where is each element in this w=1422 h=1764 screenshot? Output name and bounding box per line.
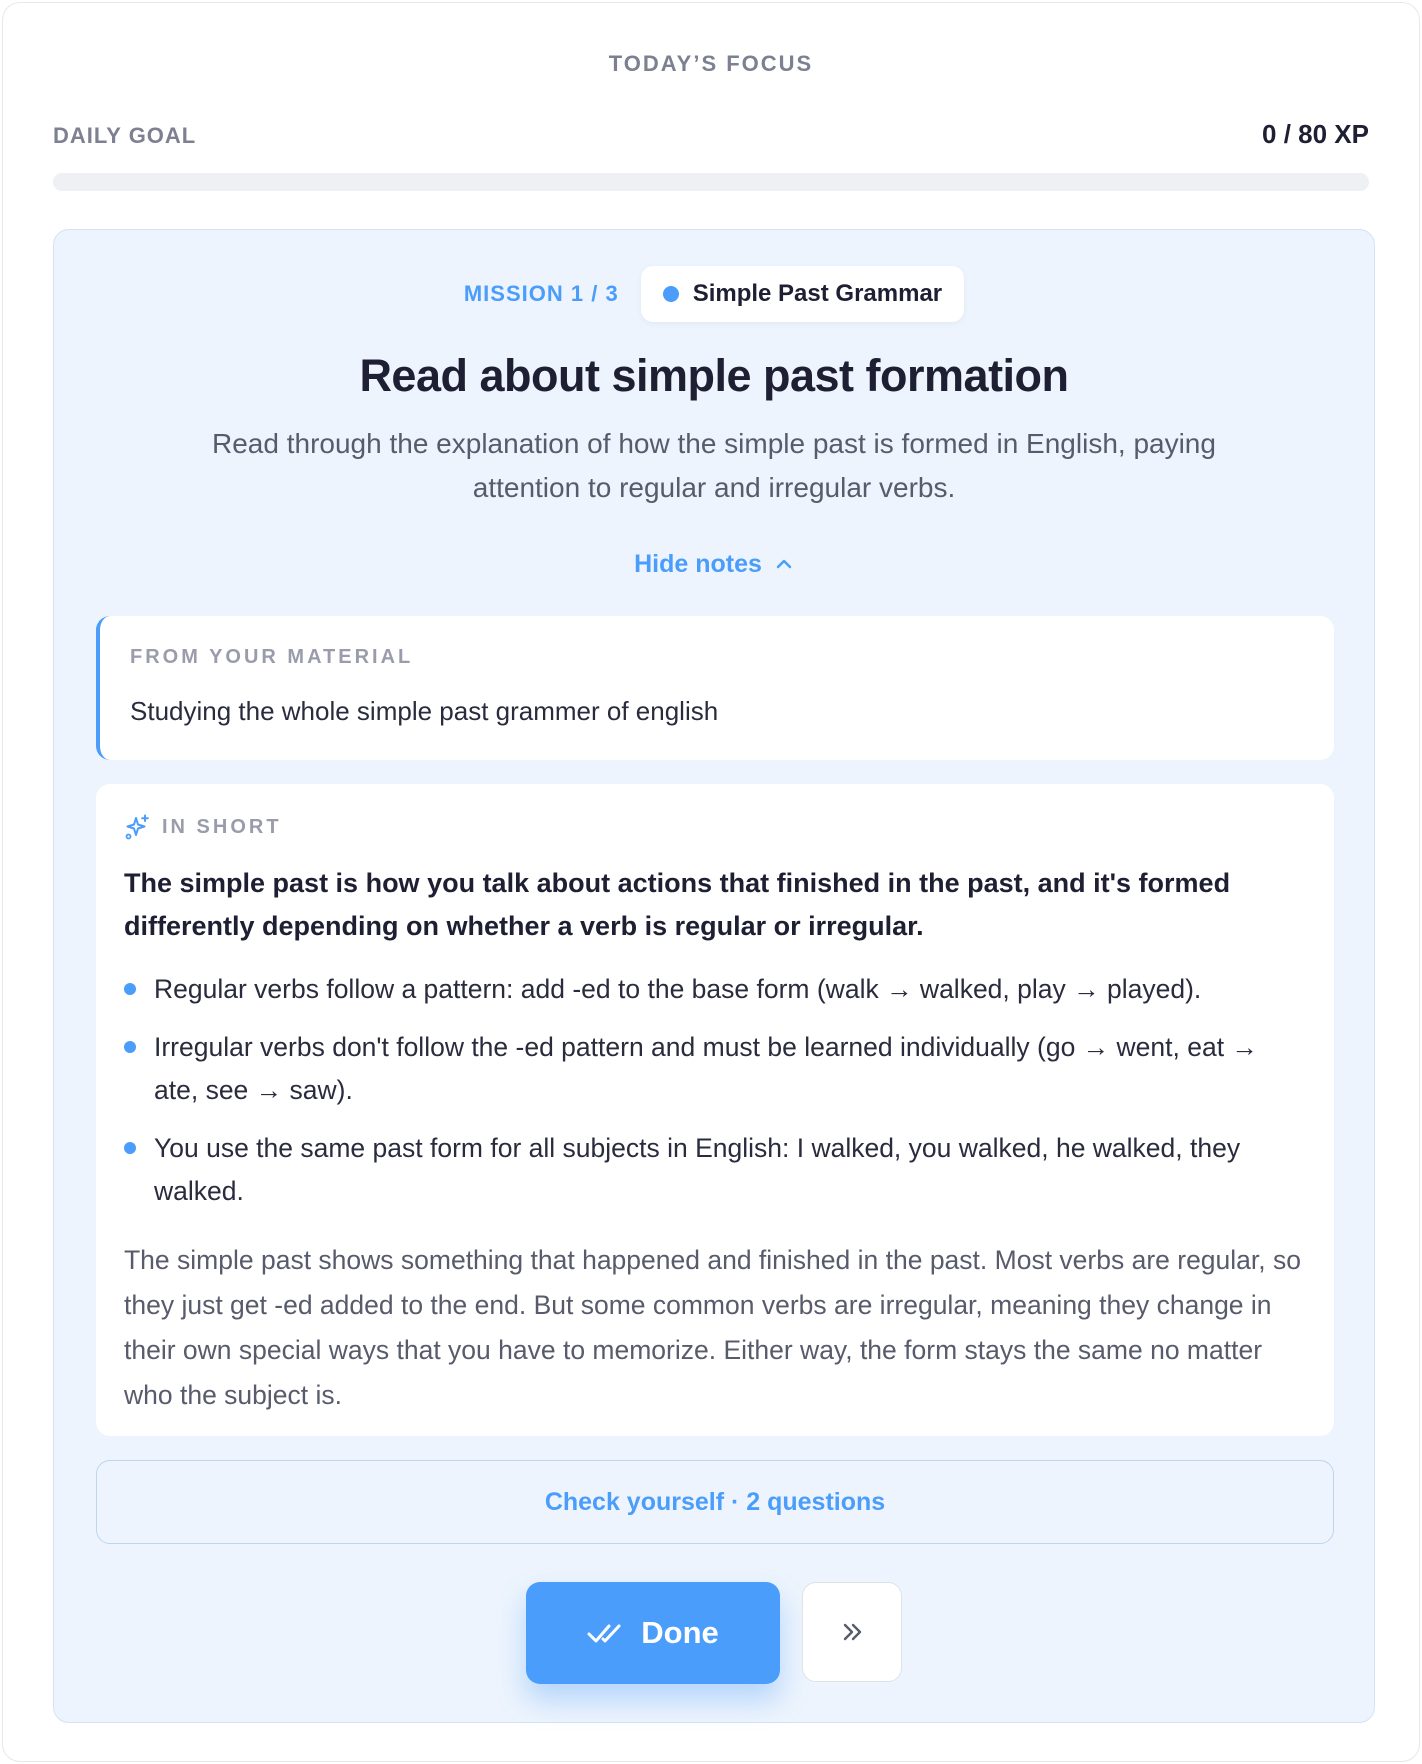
bullet-text: You use the same past form for all subje… [154, 1133, 1241, 1206]
bullet-dot-icon [124, 1041, 136, 1053]
topic-dot-icon [662, 286, 679, 302]
material-card: FROM YOUR MATERIAL Studying the whole si… [96, 616, 1334, 760]
action-row: Done [54, 1582, 1374, 1684]
bullet-dot-icon [124, 1142, 136, 1154]
hide-notes-label: Hide notes [634, 549, 762, 578]
skip-button[interactable] [802, 1582, 902, 1682]
bullet-item: Regular verbs follow a pattern: add -ed … [124, 968, 1306, 1011]
done-button[interactable]: Done [526, 1582, 780, 1684]
bullet-dot-icon [124, 983, 136, 995]
focus-title: TODAY’S FOCUS [608, 51, 814, 76]
in-short-lead: The simple past is how you talk about ac… [124, 868, 1231, 941]
in-short-header: IN SHORT [124, 812, 282, 842]
mission-counter: MISSION 1 / 3 [463, 281, 619, 306]
bullet-text: Regular verbs follow a pattern: add -ed … [154, 974, 1202, 1004]
bullet-item: You use the same past form for all subje… [124, 1127, 1306, 1213]
hide-notes-toggle[interactable]: Hide notes [54, 544, 1374, 584]
mission-title: Read about simple past formation [359, 350, 1069, 401]
topic-label: Simple Past Grammar [692, 280, 943, 307]
in-short-card: IN SHORT The simple past is how you talk… [96, 784, 1334, 1436]
material-text: Studying the whole simple past grammer o… [130, 696, 719, 726]
in-short-paragraph: The simple past shows something that hap… [124, 1245, 1301, 1410]
xp-counter: 0 / 80 XP [1262, 119, 1369, 149]
double-chevron-right-icon [843, 1623, 862, 1641]
done-label: Done [641, 1615, 719, 1650]
in-short-label: IN SHORT [162, 815, 282, 838]
mission-description: Read through the explanation of how the … [212, 428, 1216, 503]
mission-header: MISSION 1 / 3 Simple Past Grammar [54, 266, 1374, 322]
topic-pill: Simple Past Grammar [640, 266, 965, 322]
sparkle-icon [125, 814, 149, 840]
mission-card: MISSION 1 / 3 Simple Past Grammar Read a… [53, 229, 1375, 1723]
double-check-icon [587, 1624, 621, 1643]
bullet-text: Irregular verbs don't follow the -ed pat… [154, 1032, 1258, 1105]
check-yourself-button[interactable]: Check yourself · 2 questions [96, 1460, 1334, 1544]
focus-panel: TODAY’S FOCUS DAILY GOAL 0 / 80 XP MISSI… [2, 2, 1420, 1762]
daily-goal-label: DAILY GOAL [53, 123, 197, 148]
in-short-bullets: Regular verbs follow a pattern: add -ed … [124, 968, 1306, 1228]
daily-goal-row: DAILY GOAL 0 / 80 XP [53, 119, 1369, 155]
check-yourself-label: Check yourself · 2 questions [544, 1487, 886, 1516]
material-label: FROM YOUR MATERIAL [130, 646, 414, 668]
daily-goal-progress-bar [53, 173, 1369, 191]
chevron-up-icon [776, 559, 792, 569]
bullet-item: Irregular verbs don't follow the -ed pat… [124, 1026, 1306, 1112]
